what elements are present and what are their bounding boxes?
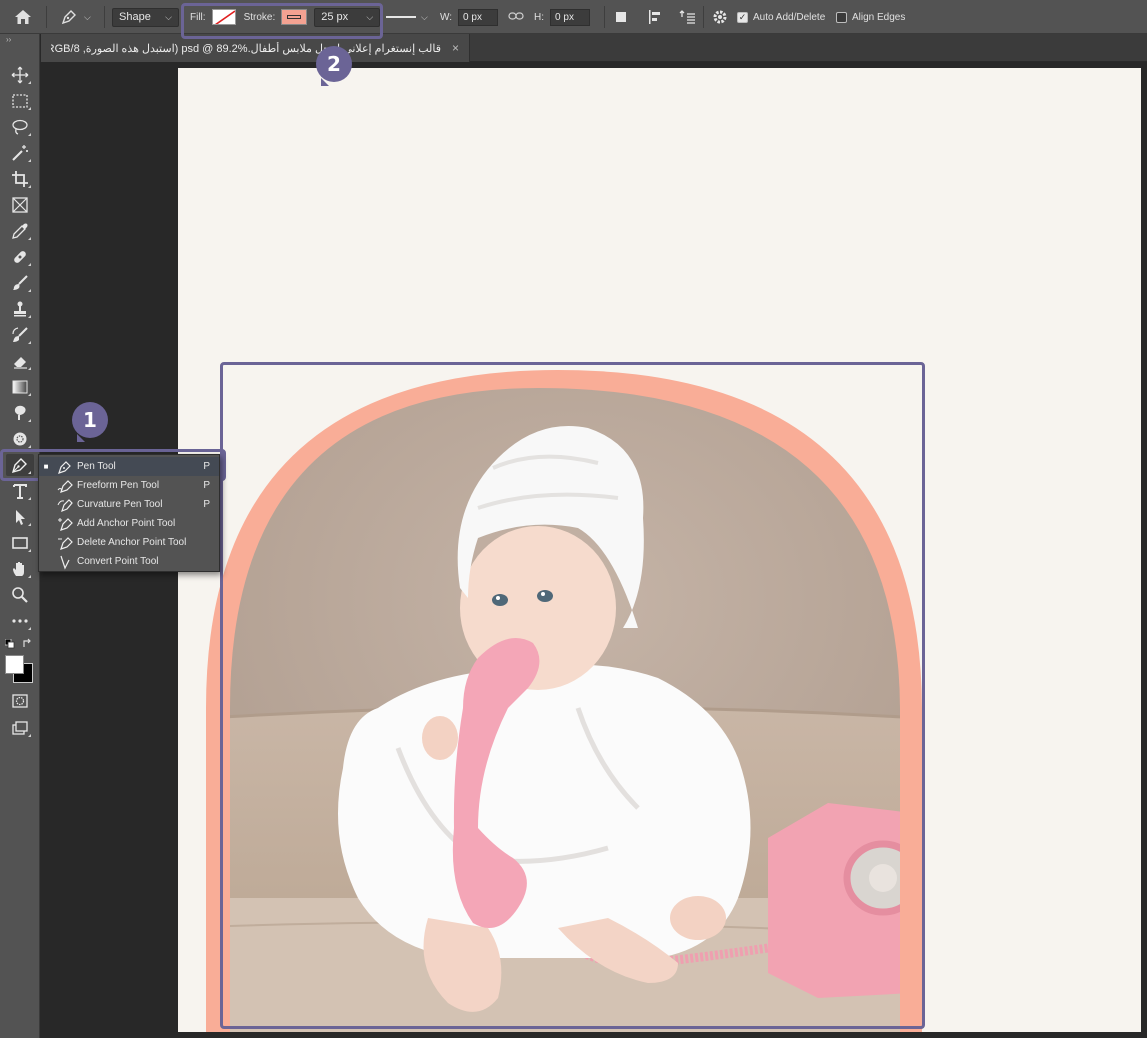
frame-tool-icon[interactable] <box>6 194 34 216</box>
flyout-item-delete-anchor-point-tool[interactable]: Delete Anchor Point Tool <box>39 533 219 552</box>
pen-tool-preset-icon[interactable]: ⌵ <box>60 0 91 34</box>
flyout-item-freeform-pen-tool[interactable]: Freeform Pen Tool P <box>39 476 219 495</box>
quick-mask-icon[interactable] <box>6 690 34 712</box>
crop-tool-icon[interactable] <box>6 168 34 190</box>
height-label: H: <box>534 11 545 23</box>
eyedropper-tool-icon[interactable] <box>6 220 34 242</box>
eraser-tool-icon[interactable] <box>6 350 34 372</box>
tools-panel: ›› <box>0 34 40 1038</box>
dodge-tool-icon[interactable] <box>6 428 34 450</box>
height-input[interactable]: 0 px <box>550 8 591 26</box>
annotation-fill-stroke-highlight <box>181 3 383 39</box>
selected-bullet-icon: ■ <box>43 462 49 471</box>
curvature-pen-icon <box>53 497 77 513</box>
auto-add-delete-label: Auto Add/Delete <box>753 11 826 23</box>
mode-dropdown[interactable]: Shape ⌵ <box>112 7 179 27</box>
width-label: W: <box>440 11 453 23</box>
flyout-item-shortcut: P <box>203 499 210 510</box>
pen-tool-flyout-menu: ■ Pen Tool P Freeform Pen Tool P Curvatu… <box>38 454 220 572</box>
flyout-item-curvature-pen-tool[interactable]: Curvature Pen Tool P <box>39 495 219 514</box>
history-brush-tool-icon[interactable] <box>6 324 34 346</box>
width-input[interactable]: 0 px <box>458 8 499 26</box>
flyout-item-shortcut: P <box>203 461 210 472</box>
annotation-badge-2: 2 <box>316 46 352 82</box>
align-edges-label: Align Edges <box>852 11 906 23</box>
lasso-tool-icon[interactable] <box>6 116 34 138</box>
collapse-icon[interactable]: ›› <box>6 35 11 44</box>
path-operations-icon[interactable] <box>615 0 629 34</box>
path-arrangement-icon[interactable] <box>678 0 696 34</box>
document-tab-title: قالب إنستغرام إعلاني لمحل ملابس أطفال.ps… <box>51 42 441 55</box>
add-anchor-point-icon <box>53 516 77 532</box>
flyout-item-add-anchor-point-tool[interactable]: Add Anchor Point Tool <box>39 514 219 533</box>
default-colors-icon[interactable] <box>4 638 15 652</box>
mode-value: Shape <box>119 11 151 23</box>
foreground-color-swatch[interactable] <box>5 655 24 674</box>
close-icon[interactable]: × <box>452 41 459 55</box>
rectangle-tool-icon[interactable] <box>6 532 34 554</box>
stroke-type-dropdown[interactable]: ⌵ <box>386 0 428 34</box>
brush-tool-icon[interactable] <box>6 272 34 294</box>
blur-tool-icon[interactable] <box>6 402 34 424</box>
zoom-tool-icon[interactable] <box>6 584 34 606</box>
checkbox-checked-icon: ✓ <box>737 11 748 23</box>
auto-add-delete-checkbox[interactable]: ✓ Auto Add/Delete <box>737 0 825 34</box>
flyout-item-label: Delete Anchor Point Tool <box>77 537 187 548</box>
marquee-tool-icon[interactable] <box>6 90 34 112</box>
home-icon[interactable] <box>14 0 32 34</box>
flyout-item-label: Pen Tool <box>77 461 116 472</box>
magic-wand-tool-icon[interactable] <box>6 142 34 164</box>
convert-point-icon <box>53 554 77 570</box>
options-bar: ⌵ Shape ⌵ Fill: Stroke: 25 px ⌵ ⌵ W: 0 p… <box>0 0 1147 34</box>
gear-icon[interactable] <box>712 0 728 34</box>
gradient-tool-icon[interactable] <box>6 376 34 398</box>
flyout-item-shortcut: P <box>203 480 210 491</box>
align-edges-checkbox[interactable]: Align Edges <box>836 0 905 34</box>
annotation-image-highlight <box>220 362 925 1029</box>
chevron-down-icon: ⌵ <box>165 11 172 22</box>
screen-mode-icon[interactable] <box>6 717 34 739</box>
link-icon[interactable] <box>508 11 524 24</box>
swap-colors-icon[interactable] <box>22 638 33 652</box>
pen-tool-icon <box>53 459 77 475</box>
annotation-badge-1: 1 <box>72 402 108 438</box>
flyout-item-label: Freeform Pen Tool <box>77 480 160 491</box>
type-tool-icon[interactable] <box>6 480 34 502</box>
clone-stamp-tool-icon[interactable] <box>6 298 34 320</box>
delete-anchor-point-icon <box>53 535 77 551</box>
flyout-item-label: Curvature Pen Tool <box>77 499 163 510</box>
more-tools-icon[interactable] <box>6 610 34 632</box>
freeform-pen-icon <box>53 478 77 494</box>
flyout-item-label: Convert Point Tool <box>77 556 159 567</box>
hand-tool-icon[interactable] <box>6 558 34 580</box>
checkbox-unchecked-icon <box>836 11 847 23</box>
path-selection-tool-icon[interactable] <box>6 506 34 528</box>
move-tool-icon[interactable] <box>6 64 34 86</box>
flyout-item-label: Add Anchor Point Tool <box>77 518 176 529</box>
healing-brush-tool-icon[interactable] <box>6 246 34 268</box>
path-alignment-icon[interactable] <box>647 0 663 34</box>
chevron-down-icon: ⌵ <box>421 11 428 22</box>
flyout-item-convert-point-tool[interactable]: Convert Point Tool <box>39 552 219 571</box>
flyout-item-pen-tool[interactable]: ■ Pen Tool P <box>39 457 219 476</box>
